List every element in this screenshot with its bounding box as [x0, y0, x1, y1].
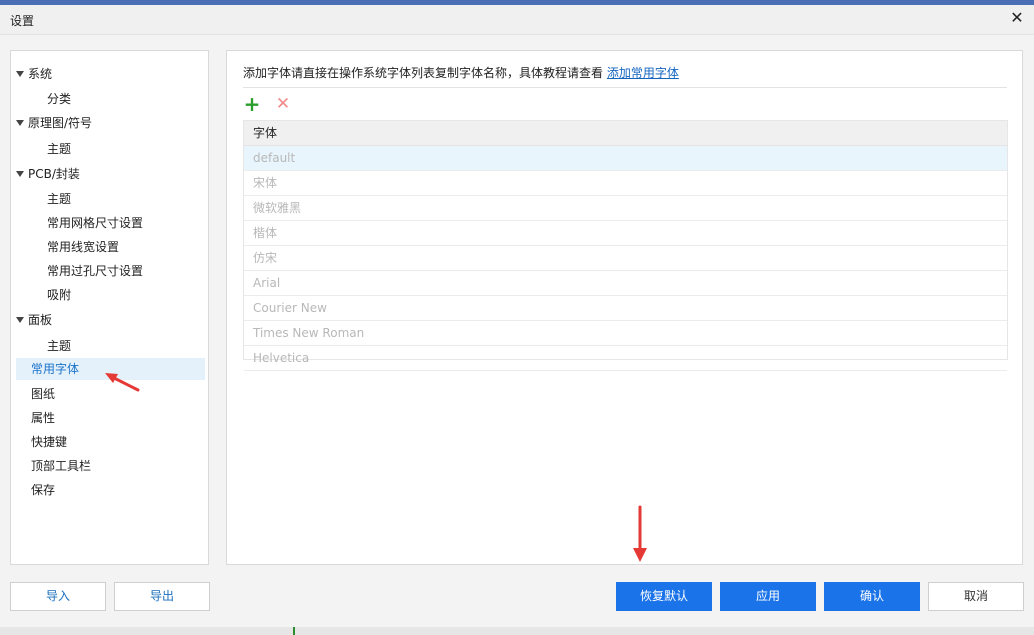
table-row[interactable]: default [244, 146, 1007, 171]
tree-item-label: 主题 [47, 142, 72, 156]
dialog-title: 设置 [10, 14, 35, 28]
tree-item-shortcuts[interactable]: 快捷键 [16, 431, 221, 453]
divider [243, 87, 1007, 88]
apply-button[interactable]: 应用 [720, 582, 816, 611]
expand-triangle-icon[interactable] [16, 316, 24, 323]
tree-item-common-fonts[interactable]: 常用字体 [16, 358, 205, 380]
description-text: 添加字体请直接在操作系统字体列表复制字体名称，具体教程请查看 [243, 66, 604, 80]
fonts-description: 添加字体请直接在操作系统字体列表复制字体名称，具体教程请查看 添加常用字体 [243, 64, 679, 81]
tree-item-label: 主题 [47, 192, 72, 206]
tree-item-drawing-sheet[interactable]: 图纸 [16, 383, 221, 405]
confirm-button[interactable]: 确认 [824, 582, 920, 611]
status-marker [293, 627, 295, 635]
tree-item-snap[interactable]: 吸附 [16, 284, 237, 306]
tree-item-top-toolbar[interactable]: 顶部工具栏 [16, 455, 221, 477]
tree-item-grid-size[interactable]: 常用网格尺寸设置 [16, 212, 237, 234]
table-header: 字体 [244, 121, 1007, 146]
tree-item-label: 常用线宽设置 [47, 240, 120, 254]
tree-item-label: 常用字体 [31, 362, 80, 376]
table-row[interactable]: 仿宋 [244, 246, 1007, 271]
tree-item-panel[interactable]: 面板 [16, 309, 206, 331]
tree-item-label: 主题 [47, 339, 72, 353]
tree-item-properties[interactable]: 属性 [16, 407, 221, 429]
tree-item-pcb-theme[interactable]: 主题 [16, 188, 237, 210]
tree-item-label: 常用网格尺寸设置 [47, 216, 144, 230]
settings-tree: 系统 分类 原理图/符号 主题 PCB/封装 主题 常用网格尺寸设置 常用线宽设… [10, 50, 209, 565]
tree-item-label: PCB/封装 [28, 167, 80, 181]
import-button[interactable]: 导入 [10, 582, 106, 611]
tree-item-label: 图纸 [31, 387, 56, 401]
expand-triangle-icon[interactable] [16, 119, 24, 126]
tree-item-system[interactable]: 系统 [16, 63, 206, 85]
tree-item-label: 快捷键 [31, 435, 68, 449]
tree-item-label: 原理图/符号 [28, 116, 93, 130]
table-row[interactable]: Courier New [244, 296, 1007, 321]
tree-item-label: 顶部工具栏 [31, 459, 92, 473]
fonts-settings-panel: 添加字体请直接在操作系统字体列表复制字体名称，具体教程请查看 添加常用字体 + … [226, 50, 1023, 565]
export-button[interactable]: 导出 [114, 582, 210, 611]
tree-item-label: 面板 [28, 313, 53, 327]
close-icon[interactable]: ✕ [1008, 9, 1026, 27]
plus-icon[interactable]: + [243, 94, 261, 114]
settings-dialog-body: 系统 分类 原理图/符号 主题 PCB/封装 主题 常用网格尺寸设置 常用线宽设… [0, 35, 1034, 627]
tree-item-label: 常用过孔尺寸设置 [47, 264, 144, 278]
tree-item-schematic-symbol[interactable]: 原理图/符号 [16, 112, 206, 134]
table-row[interactable]: Times New Roman [244, 321, 1007, 346]
restore-default-button[interactable]: 恢复默认 [616, 582, 712, 611]
tree-item-pcb-footprint[interactable]: PCB/封装 [16, 163, 206, 185]
table-row[interactable]: 微软雅黑 [244, 196, 1007, 221]
tree-item-save[interactable]: 保存 [16, 479, 221, 501]
bottom-app-bar [0, 627, 1034, 635]
tree-item-label: 系统 [28, 67, 53, 81]
tree-item-panel-theme[interactable]: 主题 [16, 335, 237, 357]
tree-item-schematic-theme[interactable]: 主题 [16, 138, 237, 160]
delete-icon[interactable]: ✕ [275, 95, 291, 113]
tree-item-line-width[interactable]: 常用线宽设置 [16, 236, 237, 258]
tree-item-via-size[interactable]: 常用过孔尺寸设置 [16, 260, 237, 282]
table-row[interactable]: 楷体 [244, 221, 1007, 246]
table-row[interactable]: Helvetica [244, 346, 1007, 371]
tree-item-label: 吸附 [47, 288, 72, 302]
tree-item-label: 分类 [47, 92, 72, 106]
tree-item-label: 保存 [31, 483, 56, 497]
add-common-fonts-link[interactable]: 添加常用字体 [607, 66, 679, 80]
table-row[interactable]: 宋体 [244, 171, 1007, 196]
tree-item-category[interactable]: 分类 [16, 88, 237, 110]
dialog-titlebar: 设置 ✕ [0, 5, 1034, 35]
expand-triangle-icon[interactable] [16, 170, 24, 177]
expand-triangle-icon[interactable] [16, 70, 24, 77]
cancel-button[interactable]: 取消 [928, 582, 1024, 611]
tree-item-label: 属性 [31, 411, 56, 425]
table-row[interactable]: Arial [244, 271, 1007, 296]
fonts-table: 字体 default 宋体 微软雅黑 楷体 仿宋 Arial Courier N… [243, 120, 1008, 371]
